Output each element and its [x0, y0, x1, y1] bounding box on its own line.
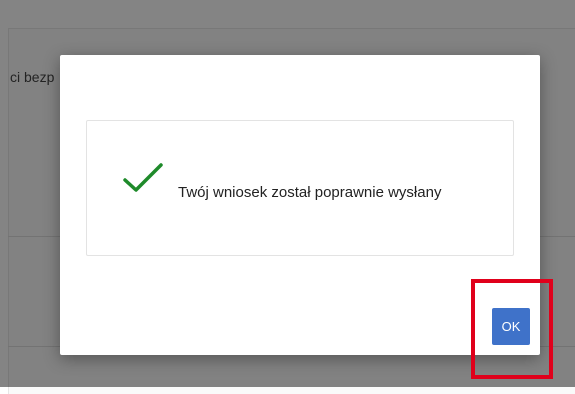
highlight-annotation: [471, 279, 553, 379]
success-message: Twój wniosek został poprawnie wysłany: [178, 184, 442, 201]
checkmark-icon: [123, 163, 163, 192]
confirmation-dialog: Twój wniosek został poprawnie wysłany OK: [60, 55, 540, 355]
message-box: Twój wniosek został poprawnie wysłany: [86, 120, 514, 256]
